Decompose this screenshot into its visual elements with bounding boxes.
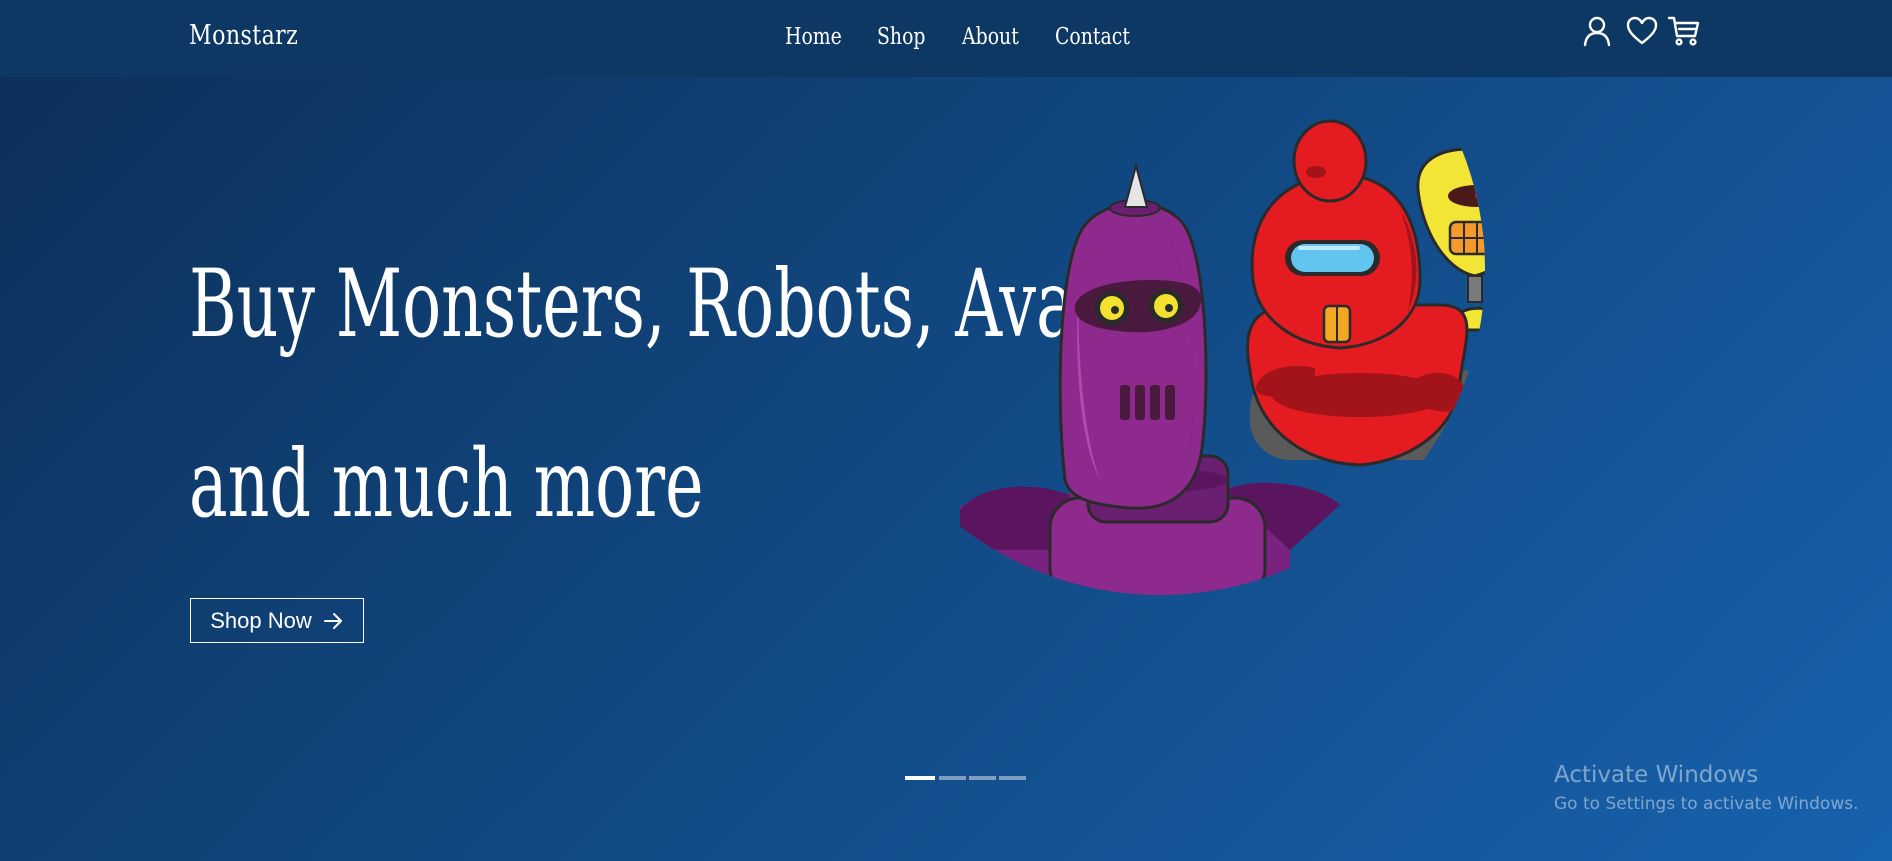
arrow-right-icon	[323, 612, 342, 629]
nav-link-contact[interactable]: Contact	[1055, 24, 1130, 50]
hero-robots-illustration	[960, 87, 1485, 595]
shop-now-button[interactable]: Shop Now	[190, 598, 364, 643]
carousel-indicator-2[interactable]	[939, 776, 966, 780]
yellow-robot	[1416, 87, 1485, 333]
windows-activation-watermark: Activate Windows Go to Settings to activ…	[1554, 762, 1859, 814]
watermark-subtitle: Go to Settings to activate Windows.	[1554, 794, 1859, 814]
shop-now-label: Shop Now	[210, 607, 312, 633]
hero-subtitle: and much more	[189, 430, 704, 539]
nav-link-about[interactable]: About	[962, 24, 1019, 50]
navbar: Monstarz Home Shop About Contact	[0, 0, 1892, 77]
watermark-title: Activate Windows	[1554, 762, 1759, 788]
heart-icon[interactable]	[1625, 14, 1659, 50]
carousel-indicator-4[interactable]	[999, 776, 1026, 780]
carousel-indicator-3[interactable]	[969, 776, 996, 780]
cart-icon[interactable]	[1667, 14, 1701, 50]
nav-link-home[interactable]: Home	[785, 24, 842, 50]
site-logo[interactable]: Monstarz	[189, 20, 298, 51]
user-icon[interactable]	[1580, 14, 1614, 50]
nav-link-shop[interactable]: Shop	[877, 24, 925, 50]
carousel-indicator-1[interactable]	[905, 776, 935, 780]
